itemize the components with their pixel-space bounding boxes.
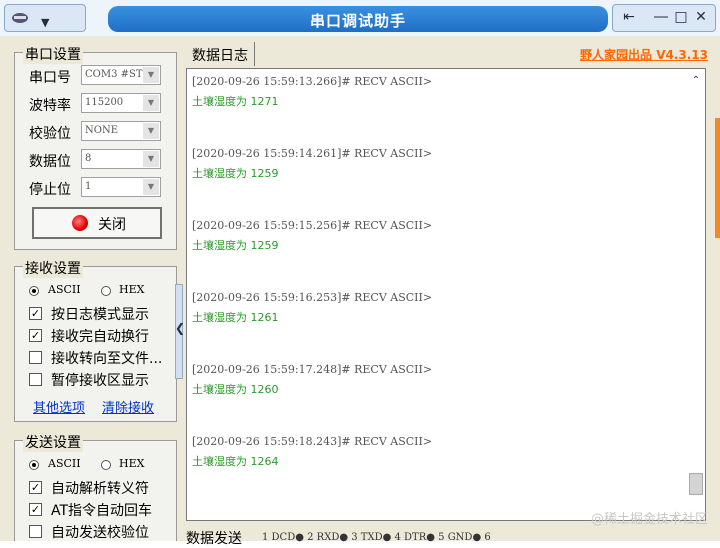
parse-escape-checkbox[interactable]: ✓: [29, 481, 42, 494]
log-entry-header: [2020-09-26 15:59:16.253]# RECV ASCII>: [192, 291, 433, 304]
stopbits-select[interactable]: 1 ▼: [81, 177, 161, 197]
log-scrollbar[interactable]: ⌃: [689, 73, 703, 513]
log-entry-body: 土壤湿度为 1271: [192, 95, 279, 108]
watermark: @稀土掘金技术社区: [590, 512, 708, 527]
app-menu-button[interactable]: ▼: [4, 4, 86, 32]
chevron-down-icon: ▼: [143, 179, 159, 195]
send-ascii-radio[interactable]: [29, 460, 39, 470]
auto-checksum-label: 自动发送校验位: [51, 525, 149, 541]
signal-status-bar: 1 DCD● 2 RXD● 3 TXD● 4 DTR● 5 GND● 6: [262, 532, 491, 543]
send-settings-group: 发送设置 ASCII HEX ✓ 自动解析转义符 ✓ AT指令自动回车 自动发送…: [14, 432, 177, 541]
log-entry-body: 土壤湿度为 1259: [192, 239, 279, 252]
parity-select[interactable]: NONE ▼: [81, 121, 161, 141]
auto-newline-label: 接收完自动换行: [51, 329, 149, 345]
log-entry-header: [2020-09-26 15:59:15.256]# RECV ASCII>: [192, 219, 433, 232]
receive-log-area[interactable]: [2020-09-26 15:59:13.266]# RECV ASCII> 土…: [186, 68, 706, 521]
redirect-file-label: 接收转向至文件...: [51, 351, 163, 367]
stopbits-label: 停止位: [29, 182, 71, 198]
other-options-link[interactable]: 其他选项: [33, 397, 85, 416]
databits-value: 8: [85, 153, 92, 164]
at-auto-cr-checkbox[interactable]: ✓: [29, 503, 42, 516]
close-window-button[interactable]: ✕: [691, 9, 711, 25]
scroll-up-icon[interactable]: ⌃: [689, 75, 703, 86]
edge-accent-bar: [715, 118, 720, 238]
databits-label: 数据位: [29, 154, 71, 170]
receive-ascii-label: ASCII: [48, 283, 81, 296]
chevron-down-icon: ▼: [143, 95, 159, 111]
window-title: 串口调试助手: [309, 12, 406, 30]
serial-debug-window: ▼ 串口调试助手 ⇤ ― □ ✕ 串口设置 串口号 COM3 #STM ▼ 波特…: [0, 0, 720, 547]
title-bar: ▼ 串口调试助手 ⇤ ― □ ✕: [0, 0, 720, 36]
log-mode-checkbox[interactable]: ✓: [29, 307, 42, 320]
redirect-file-checkbox[interactable]: [29, 351, 42, 364]
receive-settings-title: 接收设置: [23, 258, 83, 278]
at-auto-cr-label: AT指令自动回车: [51, 503, 153, 519]
chevron-down-icon: ▼: [143, 151, 159, 167]
receive-settings-group: 接收设置 ASCII HEX ✓ 按日志模式显示 ✓ 接收完自动换行 接收转向至…: [14, 258, 177, 422]
stopbits-value: 1: [85, 181, 92, 192]
log-entry-header: [2020-09-26 15:59:18.243]# RECV ASCII>: [192, 435, 433, 448]
maximize-button[interactable]: □: [671, 9, 691, 25]
databits-select[interactable]: 8 ▼: [81, 149, 161, 169]
port-label: 串口号: [29, 70, 71, 86]
title-caption: 串口调试助手: [108, 6, 608, 32]
send-ascii-label: ASCII: [48, 457, 81, 470]
log-entry-body: 土壤湿度为 1261: [192, 311, 279, 324]
log-entry-body: 土壤湿度为 1260: [192, 383, 279, 396]
log-entry-header: [2020-09-26 15:59:13.266]# RECV ASCII>: [192, 75, 433, 88]
close-port-label: 关闭: [98, 217, 126, 233]
minimize-button[interactable]: ―: [651, 9, 671, 25]
send-settings-title: 发送设置: [23, 432, 83, 452]
log-entry-header: [2020-09-26 15:59:17.248]# RECV ASCII>: [192, 363, 433, 376]
pause-display-label: 暂停接收区显示: [51, 373, 149, 389]
send-hex-label: HEX: [119, 457, 145, 470]
clear-receive-link[interactable]: 清除接收: [102, 397, 154, 416]
pause-display-checkbox[interactable]: [29, 373, 42, 386]
log-mode-label: 按日志模式显示: [51, 307, 149, 323]
parity-value: NONE: [85, 125, 118, 136]
baud-select[interactable]: 115200 ▼: [81, 93, 161, 113]
auto-checksum-checkbox[interactable]: [29, 525, 42, 538]
status-led-icon: [72, 215, 88, 231]
tab-data-send[interactable]: 数据发送: [186, 528, 242, 548]
collapse-left-icon: ❮: [175, 321, 186, 335]
serial-settings-title: 串口设置: [23, 44, 83, 64]
chevron-down-icon: ▼: [143, 123, 159, 139]
baud-label: 波特率: [29, 98, 71, 114]
brand-version-link[interactable]: 野人家园出品 V4.3.13: [580, 46, 708, 63]
window-controls: ⇤ ― □ ✕: [612, 4, 716, 32]
send-hex-radio[interactable]: [101, 460, 111, 470]
parse-escape-label: 自动解析转义符: [51, 481, 149, 497]
tab-data-log[interactable]: 数据日志: [186, 42, 255, 66]
scrollbar-thumb[interactable]: [689, 473, 703, 495]
panel-splitter[interactable]: ❮: [175, 284, 186, 379]
chevron-down-icon: ▼: [143, 67, 159, 83]
app-menu-icon: [12, 13, 28, 23]
parity-label: 校验位: [29, 126, 71, 142]
receive-hex-label: HEX: [119, 283, 145, 296]
receive-ascii-radio[interactable]: [29, 286, 39, 296]
baud-value: 115200: [85, 97, 124, 108]
chevron-down-icon: ▼: [41, 16, 50, 29]
log-entry-header: [2020-09-26 15:59:14.261]# RECV ASCII>: [192, 147, 433, 160]
log-entry-body: 土壤湿度为 1264: [192, 455, 279, 468]
receive-hex-radio[interactable]: [101, 286, 111, 296]
auto-newline-checkbox[interactable]: ✓: [29, 329, 42, 342]
pin-icon[interactable]: ⇤: [619, 9, 639, 25]
port-select[interactable]: COM3 #STM ▼: [81, 65, 161, 85]
close-port-button[interactable]: 关闭: [32, 207, 162, 239]
log-entry-body: 土壤湿度为 1259: [192, 167, 279, 180]
